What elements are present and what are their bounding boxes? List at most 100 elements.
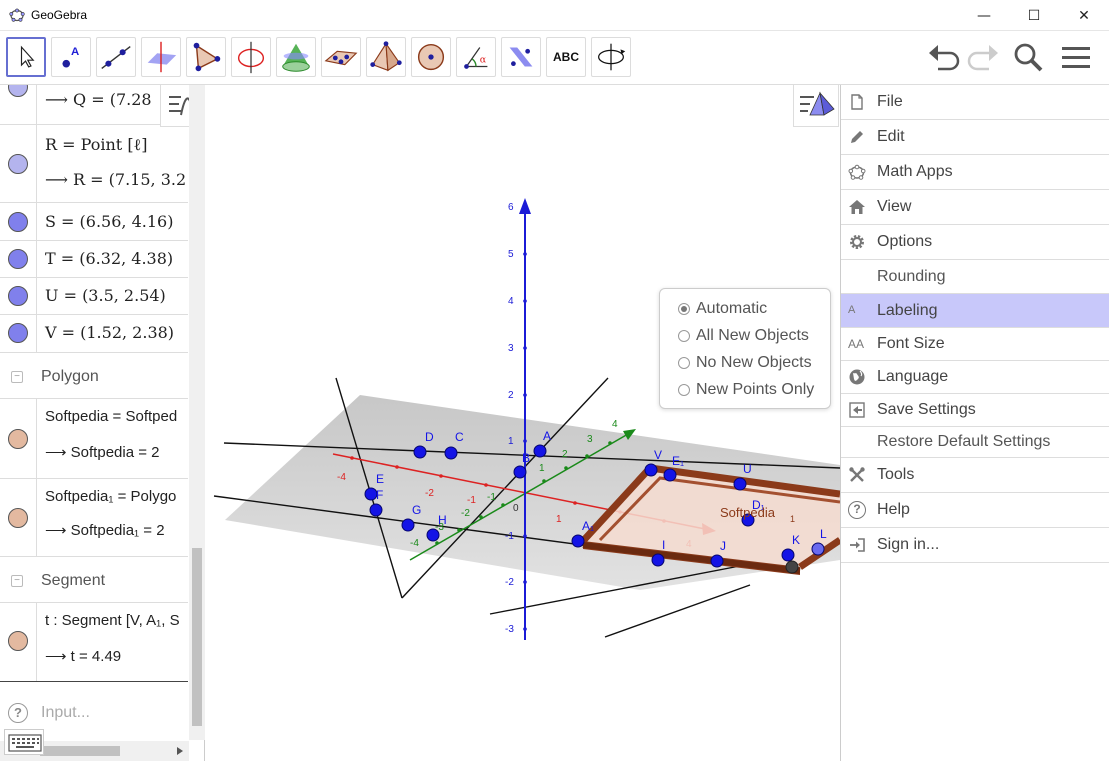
algebra-value: V = (1.52, 2.38) (45, 323, 175, 342)
main-menu-button[interactable] (1056, 37, 1096, 77)
svg-text:6: 6 (508, 202, 514, 213)
search-button[interactable] (1008, 37, 1048, 77)
plane-through-points-tool[interactable] (321, 37, 361, 77)
pencil-icon (851, 131, 863, 143)
close-button[interactable]: ✕ (1059, 0, 1109, 31)
circle-axis-tool[interactable] (231, 37, 271, 77)
perpendicular-tool[interactable] (141, 37, 181, 77)
labeling-option-no-new-objects[interactable]: No New Objects (678, 352, 812, 374)
option-label: New Points Only (696, 381, 815, 398)
point-label: F (376, 488, 383, 502)
labeling-option-new-points-only[interactable]: New Points Only (678, 379, 814, 401)
help-icon: ? (848, 501, 866, 519)
angle-tool[interactable]: α (456, 37, 496, 77)
visibility-marble[interactable] (8, 154, 28, 174)
menu-item-options[interactable]: Options (841, 225, 1109, 260)
radio-icon[interactable] (678, 384, 690, 396)
menu-item-edit[interactable]: Edit (841, 120, 1109, 155)
graphics-3d-view[interactable]: 6 5 4 3 2 1 -1 -2 -3 -4 -2 -1 1 4 4 3 2 (213, 85, 840, 761)
3d-canvas[interactable]: 6 5 4 3 2 1 -1 -2 -3 -4 -2 -1 1 4 4 3 2 (213, 85, 840, 761)
visibility-marble[interactable] (8, 323, 28, 343)
cone-tool[interactable] (276, 37, 316, 77)
help-icon[interactable]: ? (8, 703, 28, 723)
svg-text:2: 2 (562, 449, 568, 460)
text-tool[interactable]: ABC (546, 37, 586, 77)
algebra-row-t-segment[interactable]: t : Segment [V, A₁, S ⟶ t = 4.49 (0, 603, 188, 682)
group-header-polygon[interactable]: − Polygon (0, 355, 188, 399)
virtual-keyboard-button[interactable] (4, 729, 44, 755)
collapse-group-icon[interactable]: − (11, 575, 23, 587)
sphere-tool[interactable] (411, 37, 451, 77)
point-label: D (425, 430, 434, 444)
menu-item-help[interactable]: ? Help (841, 493, 1109, 528)
algebra-vertical-scrollbar[interactable] (189, 85, 205, 740)
labeling-icon: A (848, 304, 856, 316)
algebra-row-u[interactable]: U = (3.5, 2.54) (0, 278, 188, 315)
collapse-group-icon[interactable]: − (11, 371, 23, 383)
menu-item-language[interactable]: Language (841, 361, 1109, 394)
radio-icon[interactable] (678, 330, 690, 342)
circle-axis-icon (237, 41, 265, 74)
move-tool[interactable] (6, 37, 46, 77)
point-label: A₁ (582, 519, 594, 533)
input-bar[interactable]: ? Input... (0, 699, 188, 729)
input-placeholder[interactable]: Input... (41, 704, 90, 722)
algebra-definition: t : Segment [V, A₁, S (45, 612, 180, 629)
polygon-label-subscript: 1 (790, 514, 795, 524)
radio-selected-icon[interactable] (678, 303, 690, 315)
point-tool[interactable]: A (51, 37, 91, 77)
graphics-style-bar-button[interactable] (793, 85, 839, 127)
menu-item-font-size[interactable]: AA Font Size (841, 328, 1109, 361)
algebra-row-v[interactable]: V = (1.52, 2.38) (0, 315, 188, 353)
visibility-marble[interactable] (8, 212, 28, 232)
visibility-marble[interactable] (8, 508, 28, 528)
point-label: A (543, 429, 551, 443)
menu-item-tools[interactable]: Tools (841, 458, 1109, 493)
svg-text:4: 4 (612, 419, 618, 430)
scrollbar-thumb[interactable] (192, 548, 202, 726)
perpendicular-plane-icon (147, 41, 177, 73)
radio-icon[interactable] (678, 357, 690, 369)
scrollbar-thumb[interactable] (40, 746, 120, 756)
algebra-row-s[interactable]: S = (6.56, 4.16) (0, 203, 188, 241)
redo-button[interactable] (963, 37, 1003, 77)
visibility-marble[interactable] (8, 85, 28, 97)
algebra-row-softpedia1[interactable]: Softpedia₁ = Polygo ⟶ Softpedia₁ = 2 (0, 479, 188, 557)
menu-item-rounding[interactable]: Rounding (841, 260, 1109, 294)
visibility-marble[interactable] (8, 286, 28, 306)
menu-item-save-settings[interactable]: Save Settings (841, 394, 1109, 427)
window-title: GeoGebra (31, 8, 88, 22)
pyramid-tool[interactable] (366, 37, 406, 77)
group-header-segment[interactable]: − Segment (0, 559, 188, 603)
line-tool[interactable] (96, 37, 136, 77)
algebra-definition: Softpedia₁ = Polygo (45, 488, 177, 505)
menu-item-file[interactable]: File (841, 85, 1109, 120)
menu-item-labeling[interactable]: A Labeling (841, 294, 1109, 328)
menu-item-math-apps[interactable]: Math Apps (841, 155, 1109, 190)
svg-text:4: 4 (508, 296, 514, 307)
rotate-view-tool[interactable] (591, 37, 631, 77)
menu-item-sign-in[interactable]: Sign in... (841, 528, 1109, 563)
visibility-marble[interactable] (8, 631, 28, 651)
algebra-row-t[interactable]: T = (6.32, 4.38) (0, 241, 188, 278)
undo-button[interactable] (924, 37, 964, 77)
labeling-option-automatic[interactable]: Automatic (678, 298, 767, 320)
algebra-row-r[interactable]: R = Point [ℓ] ⟶ R = (7.15, 3.2 (0, 125, 188, 203)
angle-icon: α (464, 47, 488, 69)
maximize-button[interactable]: ☐ (1009, 0, 1059, 31)
plane-points-icon (324, 50, 358, 66)
visibility-marble[interactable] (8, 429, 28, 449)
polygon-tool[interactable] (186, 37, 226, 77)
visibility-marble[interactable] (8, 249, 28, 269)
svg-text:-3: -3 (505, 624, 514, 635)
menu-item-restore-default-settings[interactable]: Restore Default Settings (841, 427, 1109, 458)
algebra-row-softpedia[interactable]: Softpedia = Softped ⟶ Softpedia = 2 (0, 399, 188, 479)
save-icon (849, 402, 865, 418)
labeling-option-all-new-objects[interactable]: All New Objects (678, 325, 809, 347)
scroll-right-icon[interactable] (176, 747, 184, 755)
minimize-button[interactable]: — (959, 0, 1009, 31)
menu-item-view[interactable]: View (841, 190, 1109, 225)
algebra-value: ⟶ t = 4.49 (45, 648, 122, 665)
reflect-tool[interactable] (501, 37, 541, 77)
origin-label: 0 (513, 503, 519, 514)
